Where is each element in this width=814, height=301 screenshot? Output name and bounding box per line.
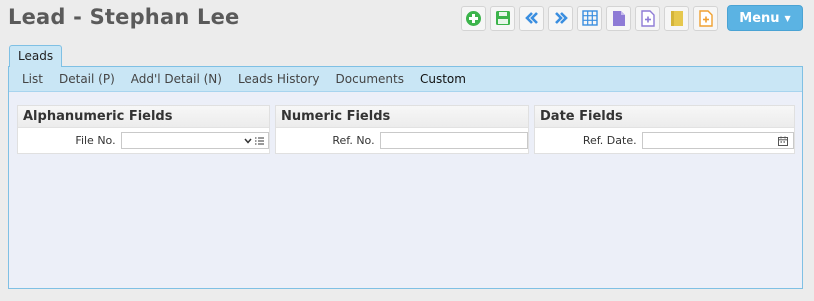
subnav-custom[interactable]: Custom bbox=[420, 72, 466, 86]
add-note-button[interactable] bbox=[693, 5, 718, 31]
notes-icon bbox=[670, 10, 683, 26]
subnav-detail[interactable]: Detail (P) bbox=[59, 72, 115, 86]
first-record-icon bbox=[524, 12, 538, 24]
first-record-button[interactable] bbox=[519, 5, 544, 31]
add-document-icon bbox=[640, 9, 655, 27]
subnav-documents[interactable]: Documents bbox=[336, 72, 404, 86]
page-title: Lead - Stephan Lee bbox=[8, 5, 240, 29]
add-document-button[interactable] bbox=[635, 5, 660, 31]
next-record-icon bbox=[554, 12, 568, 24]
tab-leads[interactable]: Leads bbox=[9, 45, 63, 67]
subnav-list[interactable]: List bbox=[22, 72, 43, 86]
ref-date-field[interactable] bbox=[641, 132, 794, 149]
ref-date-row: Ref. Date. bbox=[535, 128, 794, 153]
ref-no-row: Ref. No. bbox=[276, 128, 528, 153]
ref-date-label: Ref. Date. bbox=[582, 134, 637, 147]
ref-no-field[interactable] bbox=[379, 132, 528, 149]
save-button[interactable] bbox=[490, 5, 515, 31]
add-button[interactable] bbox=[461, 5, 486, 31]
file-no-select[interactable] bbox=[120, 132, 269, 149]
alphanumeric-fields-section: Alphanumeric Fields File No. bbox=[17, 105, 270, 154]
save-icon bbox=[495, 11, 510, 25]
toolbar: Menu ▼ bbox=[457, 5, 803, 31]
section-title: Alphanumeric Fields bbox=[18, 106, 269, 128]
subnav-addl-detail[interactable]: Add'l Detail (N) bbox=[131, 72, 222, 86]
menu-label: Menu bbox=[739, 10, 780, 26]
ref-no-input[interactable] bbox=[380, 133, 527, 148]
document-icon bbox=[612, 10, 625, 26]
document-button[interactable] bbox=[606, 5, 631, 31]
ref-date-input[interactable] bbox=[642, 133, 793, 148]
next-record-button[interactable] bbox=[548, 5, 573, 31]
list-icon[interactable] bbox=[255, 133, 264, 148]
add-icon bbox=[466, 10, 481, 26]
menu-button[interactable]: Menu ▼ bbox=[727, 5, 803, 31]
numeric-fields-section: Numeric Fields Ref. No. bbox=[275, 105, 529, 154]
notes-button[interactable] bbox=[664, 5, 689, 31]
section-title: Numeric Fields bbox=[276, 106, 528, 128]
chevron-down-icon[interactable] bbox=[244, 133, 252, 148]
file-no-label: File No. bbox=[75, 134, 116, 147]
leads-panel: List Detail (P) Add'l Detail (N) Leads H… bbox=[8, 66, 803, 289]
subnav-leads-history[interactable]: Leads History bbox=[238, 72, 320, 86]
grid-view-button[interactable] bbox=[577, 5, 602, 31]
date-fields-section: Date Fields Ref. Date. bbox=[534, 105, 795, 154]
add-note-icon bbox=[698, 9, 713, 27]
caret-down-icon: ▼ bbox=[784, 13, 791, 23]
calendar-icon[interactable] bbox=[778, 133, 788, 148]
grid-view-icon bbox=[581, 10, 598, 26]
ref-no-label: Ref. No. bbox=[332, 134, 375, 147]
sub-navigation: List Detail (P) Add'l Detail (N) Leads H… bbox=[9, 67, 802, 92]
section-title: Date Fields bbox=[535, 106, 794, 128]
file-no-row: File No. bbox=[18, 128, 269, 153]
